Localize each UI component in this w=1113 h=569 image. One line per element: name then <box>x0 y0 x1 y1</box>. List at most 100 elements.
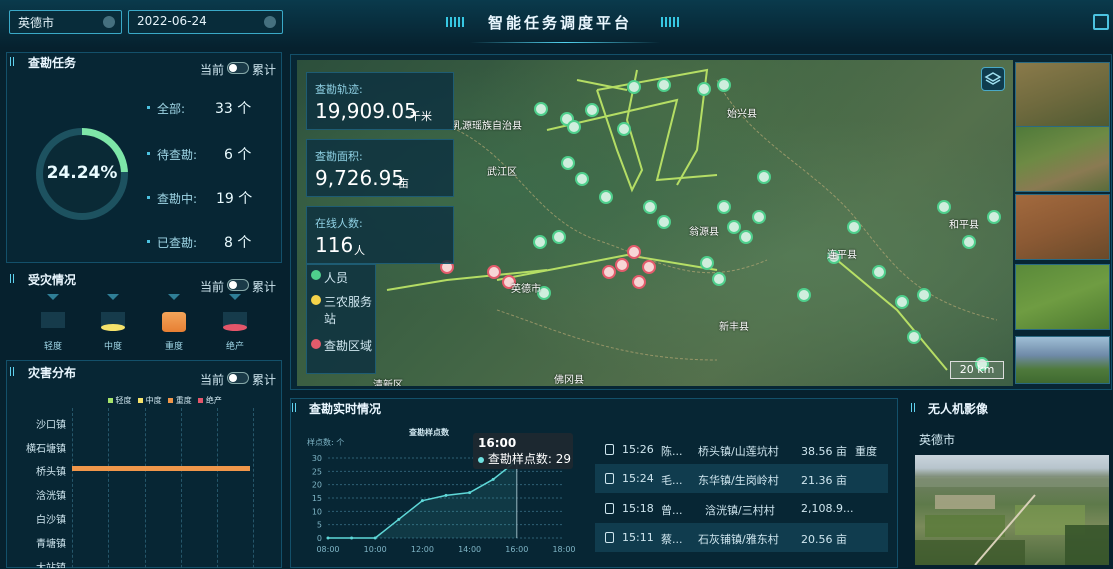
record-row[interactable]: 15:26 陈... 桥头镇/山莲坑村 38.56 亩 重度 <box>595 435 888 464</box>
legend-swatch <box>138 398 144 403</box>
clipboard-icon <box>605 473 614 484</box>
clear-icon[interactable] <box>103 16 115 28</box>
person-pin[interactable] <box>567 120 581 134</box>
service-station-icon <box>311 295 321 305</box>
x-tick-label: 16:00 <box>505 545 528 554</box>
person-pin[interactable] <box>937 200 951 214</box>
survey-area-pin[interactable] <box>627 245 641 259</box>
damage-title: 受灾情况 <box>28 273 77 287</box>
area-label: 查勘面积: <box>315 150 363 163</box>
city-select-value: 英德市 <box>18 16 55 30</box>
chart-y-label: 样点数: 个 <box>307 438 345 447</box>
person-pin[interactable] <box>657 215 671 229</box>
person-pin[interactable] <box>739 230 753 244</box>
data-point <box>491 477 495 481</box>
person-pin[interactable] <box>617 122 631 136</box>
town-bar-qiaotou[interactable] <box>72 466 250 471</box>
x-tick-label: 14:00 <box>458 545 481 554</box>
tooltip-time: 16:00 <box>478 436 517 450</box>
person-pin[interactable] <box>797 288 811 302</box>
person-pin[interactable] <box>697 82 711 96</box>
fullscreen-icon[interactable] <box>1093 14 1109 30</box>
legend-station: 三农服务站 <box>324 295 373 326</box>
survey-area-pin[interactable] <box>487 265 501 279</box>
person-pin[interactable] <box>895 295 909 309</box>
legend-light: 轻度 <box>115 396 132 405</box>
damage-toggle[interactable] <box>227 279 249 291</box>
survey-area-pin[interactable] <box>602 265 616 279</box>
record-place: 浛洸镇/三村村 <box>705 504 775 517</box>
person-pin[interactable] <box>717 200 731 214</box>
person-pin[interactable] <box>561 156 575 170</box>
survey-area-pin[interactable] <box>615 258 629 272</box>
grid-line <box>181 408 182 569</box>
person-pin[interactable] <box>717 78 731 92</box>
person-pin[interactable] <box>962 235 976 249</box>
record-row[interactable]: 15:11 蔡... 石灰铺镇/雅东村 20.56 亩 <box>595 523 888 552</box>
survey-area-icon <box>311 339 321 349</box>
online-unit: 人 <box>354 244 365 257</box>
person-pin[interactable] <box>727 220 741 234</box>
person-pin[interactable] <box>847 220 861 234</box>
survey-task-toggle[interactable] <box>227 62 249 74</box>
survey-area-pin[interactable] <box>642 260 656 274</box>
layers-icon[interactable] <box>981 67 1005 91</box>
person-pin[interactable] <box>599 190 613 204</box>
person-pin[interactable] <box>872 265 886 279</box>
y-tick-label: 10 <box>312 507 322 516</box>
field-photo-thumbnail[interactable] <box>1015 62 1110 128</box>
person-pin[interactable] <box>585 103 599 117</box>
map-legend: 人员 三农服务站 查勘区域 <box>306 264 376 374</box>
date-select[interactable]: 2022-06-24 <box>128 10 283 34</box>
person-pin[interactable] <box>552 230 566 244</box>
person-pin[interactable] <box>534 102 548 116</box>
person-pin[interactable] <box>643 200 657 214</box>
calendar-icon[interactable] <box>264 16 276 28</box>
survey-area-pin[interactable] <box>632 275 646 289</box>
record-name: 毛... <box>661 474 683 487</box>
person-pin[interactable] <box>533 235 547 249</box>
route-line <box>836 259 948 371</box>
person-pin[interactable] <box>987 210 1001 224</box>
area-unit: 亩 <box>398 177 409 190</box>
stat-value-pending: 6 个 <box>224 147 252 163</box>
field-photo-thumbnail[interactable] <box>1015 264 1110 330</box>
person-pin[interactable] <box>907 330 921 344</box>
field-photo-thumbnail[interactable] <box>1015 336 1110 384</box>
map-scale: 20 km <box>950 361 1004 379</box>
clipboard-icon <box>605 532 614 543</box>
damage-marker <box>229 294 241 300</box>
field-photo-thumbnail[interactable] <box>1015 194 1110 260</box>
x-tick-label: 18:00 <box>552 545 575 554</box>
city-select[interactable]: 英德市 <box>9 10 122 34</box>
place-label: 佛冈县 <box>554 375 584 386</box>
person-pin[interactable] <box>627 80 641 94</box>
person-pin[interactable] <box>575 172 589 186</box>
record-row[interactable]: 15:18 曾... 浛洸镇/三村村 2,108.9... <box>595 494 888 523</box>
field-photo-thumbnail[interactable] <box>1015 126 1110 192</box>
toggle-current-label: 当前 <box>200 280 225 294</box>
tooltip-dot <box>478 457 484 463</box>
drone-image[interactable] <box>915 455 1109 565</box>
damage-marker <box>168 294 180 300</box>
record-row[interactable]: 15:24 毛... 东华镇/生岗岭村 21.36 亩 <box>595 464 888 493</box>
disaster-toggle[interactable] <box>227 372 249 384</box>
x-tick-label: 10:00 <box>364 545 387 554</box>
survey-task-title: 查勘任务 <box>28 56 77 70</box>
page-title: 智能任务调度平台 <box>487 14 632 32</box>
person-pin[interactable] <box>657 78 671 92</box>
person-pin[interactable] <box>700 256 714 270</box>
damage-label-light: 轻度 <box>44 342 63 352</box>
data-point <box>373 536 377 540</box>
progress-percent: 24.24% <box>46 163 118 183</box>
record-area: 2,108.9... <box>801 502 854 515</box>
panel-mark <box>292 403 298 412</box>
person-pin[interactable] <box>752 210 766 224</box>
x-tick-label: 12:00 <box>411 545 434 554</box>
toggle-cumulative-label: 累计 <box>252 63 277 77</box>
place-label: 和平县 <box>949 220 979 231</box>
person-pin[interactable] <box>917 288 931 302</box>
person-pin[interactable] <box>712 272 726 286</box>
y-tick-label: 15 <box>312 494 322 503</box>
person-pin[interactable] <box>757 170 771 184</box>
